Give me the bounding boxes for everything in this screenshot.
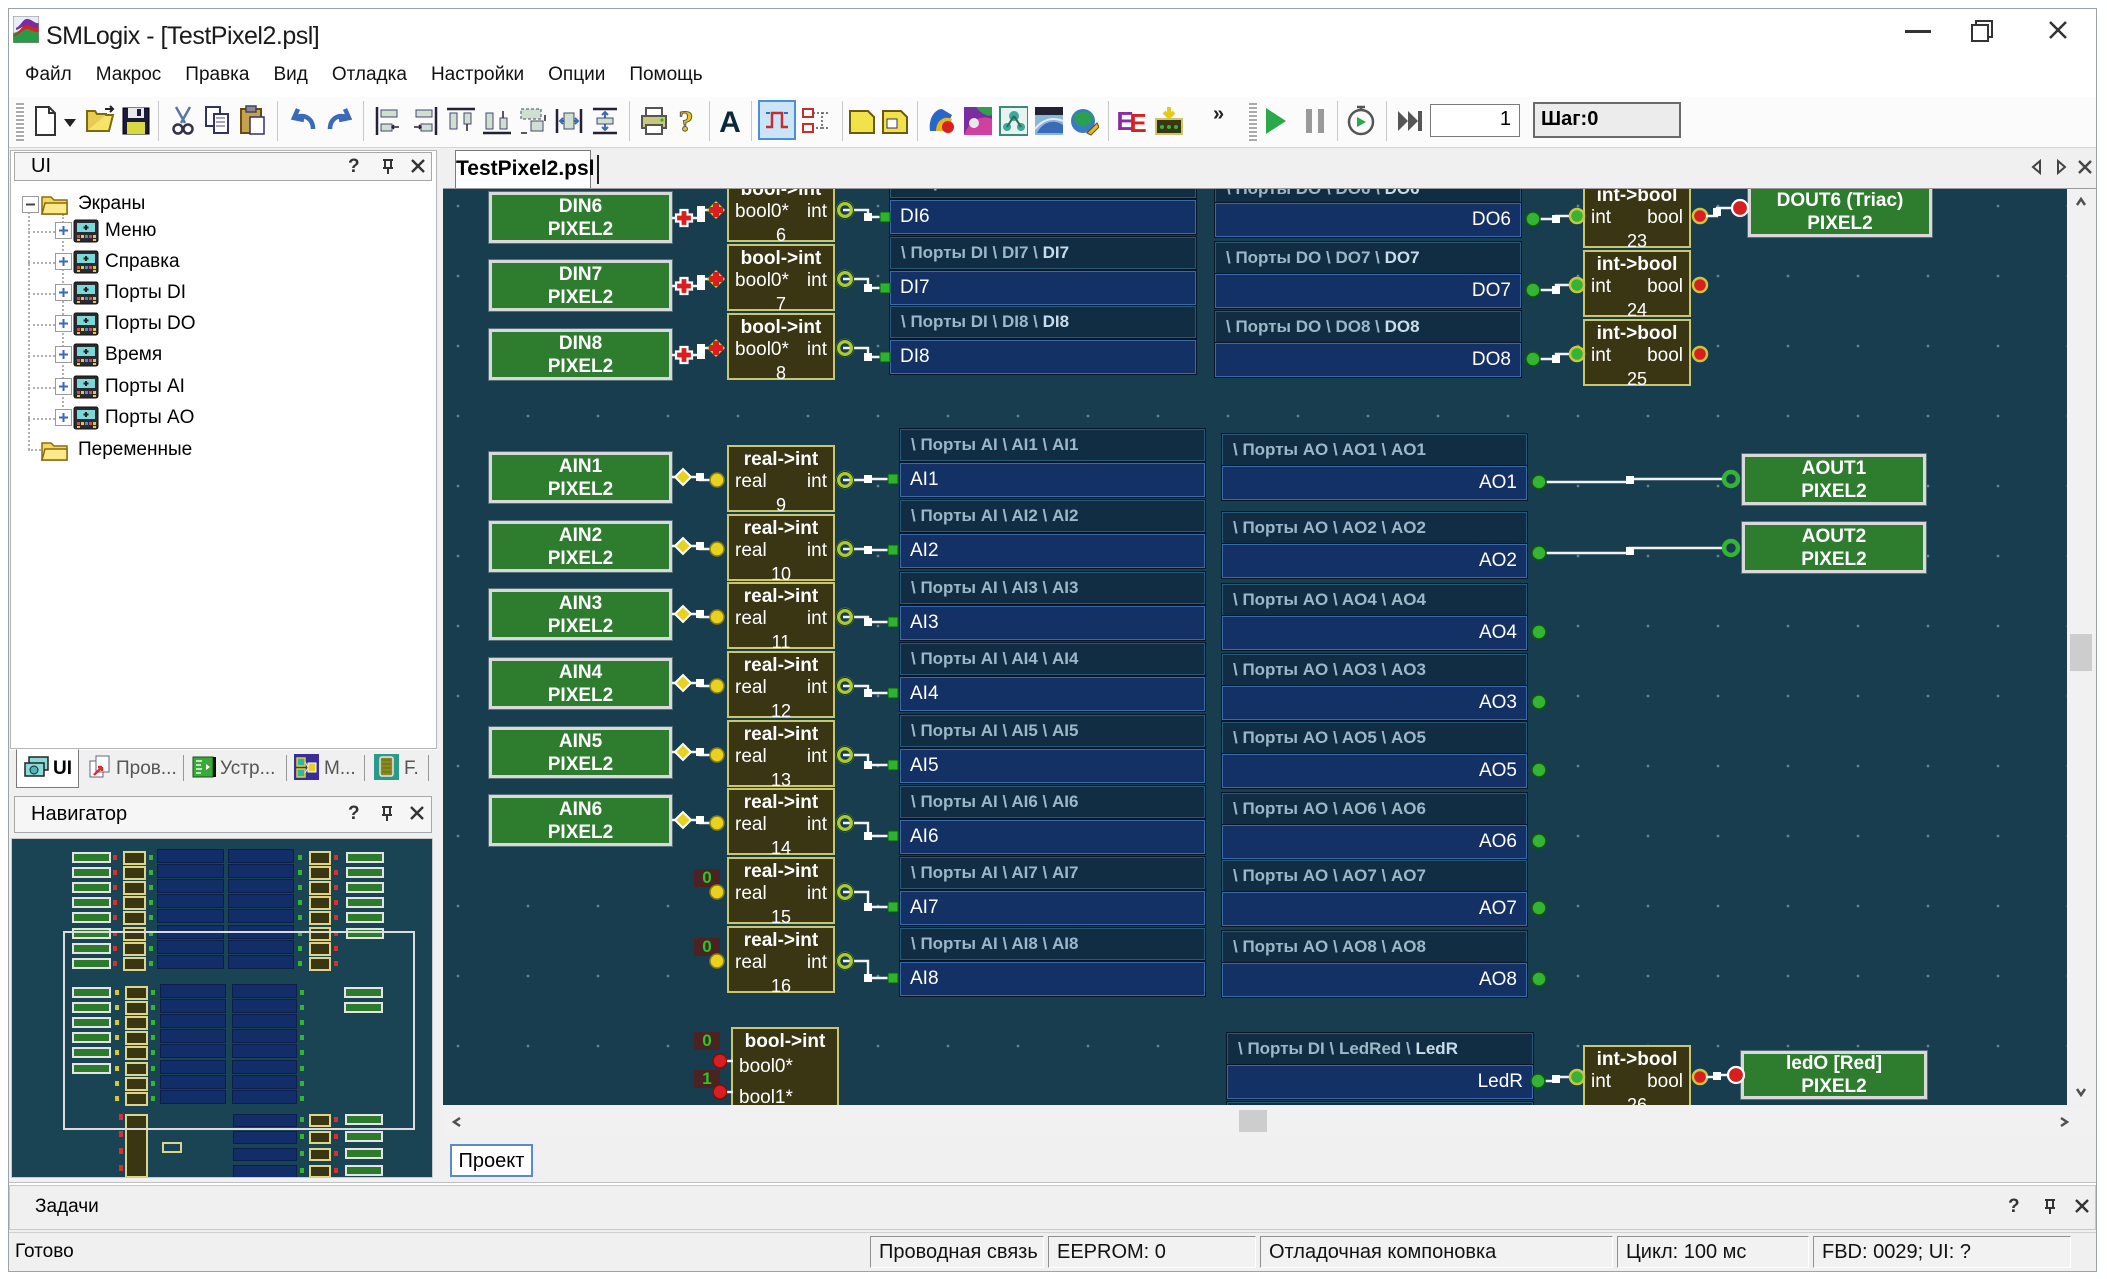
svg-text:E: E — [1129, 108, 1146, 137]
svg-text:A: A — [719, 106, 741, 137]
svg-text:?: ? — [679, 105, 694, 137]
